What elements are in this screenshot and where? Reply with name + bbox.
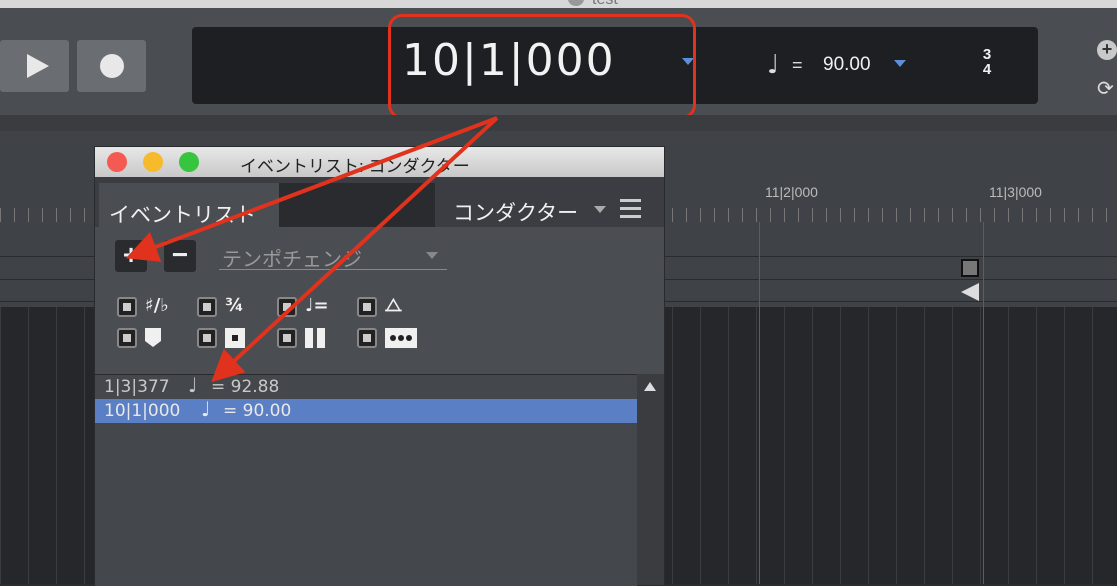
key-signature-icon: ♯/♭ [145, 295, 169, 316]
menu-icon[interactable] [620, 199, 641, 219]
pause-icon [305, 328, 325, 348]
filter-cue-checkbox[interactable] [197, 328, 217, 348]
time-signature-icon: ¾ [225, 295, 244, 316]
play-button[interactable] [0, 40, 69, 92]
event-type-value: テンポチェンジ [222, 249, 362, 271]
time-signature[interactable]: 3 4 [980, 47, 994, 77]
bar-line [759, 222, 760, 584]
loop-icon[interactable]: ⟳ [1097, 76, 1114, 101]
filter-tempo-checkbox[interactable] [277, 297, 297, 317]
filter-key-signature-checkbox[interactable] [117, 297, 137, 317]
list-scrollbar[interactable] [637, 374, 664, 585]
tempo-equals: = [792, 55, 803, 75]
add-icon[interactable]: + [1097, 40, 1117, 60]
event-position: 10|1|000 [104, 401, 181, 421]
record-icon [100, 54, 124, 78]
marker-triangle-icon[interactable] [961, 283, 979, 301]
event-list-panel: イベントリスト: コンダクター イベントリスト コンダクター + − テンポチェ… [94, 146, 665, 586]
play-icon [27, 54, 49, 78]
dots-icon [385, 328, 417, 348]
annotation-highlight [388, 14, 696, 119]
quarter-note-icon: ♩ [201, 397, 211, 421]
scroll-up-icon[interactable] [644, 382, 656, 391]
chevron-down-icon [426, 252, 438, 259]
quarter-note-icon: ♩ [767, 50, 780, 80]
quarter-note-icon: ♩ [188, 373, 198, 397]
marker-icon [145, 328, 161, 347]
tab-event-list-label: イベントリスト [109, 204, 256, 227]
filter-time-signature-checkbox[interactable] [197, 297, 217, 317]
bar-line [983, 222, 984, 584]
remove-event-button[interactable]: − [164, 240, 196, 272]
marker-square-icon[interactable] [961, 259, 979, 277]
document-icon [568, 0, 584, 6]
window-titlebar: test [0, 0, 1117, 8]
record-button[interactable] [77, 40, 146, 92]
filter-metronome-checkbox[interactable] [357, 297, 377, 317]
ruler-label: 11|3|000 [989, 184, 1042, 200]
metronome-icon: ⧍ [385, 295, 402, 316]
target-track-select[interactable]: コンダクター [453, 197, 578, 227]
event-type-select[interactable]: テンポチェンジ [219, 243, 447, 271]
divider [0, 115, 1117, 131]
filter-dots-checkbox[interactable] [357, 328, 377, 348]
panel-titlebar[interactable]: イベントリスト: コンダクター [95, 147, 664, 177]
close-icon[interactable] [107, 152, 127, 172]
chevron-down-icon[interactable] [894, 60, 906, 67]
minimize-icon[interactable] [143, 152, 163, 172]
cue-icon [225, 328, 245, 348]
time-signature-numerator: 3 [982, 46, 992, 63]
zoom-icon[interactable] [179, 152, 199, 172]
event-position: 1|3|377 [104, 377, 170, 397]
ruler-label: 11|2|000 [765, 184, 818, 200]
chevron-down-icon[interactable] [594, 206, 606, 213]
tempo-value[interactable]: 90.00 [823, 54, 871, 76]
list-item-selected[interactable]: 10|1|000 ♩ = 90.00 [95, 397, 637, 423]
tempo-icon: ♩= [305, 295, 329, 316]
tab-spacer [279, 183, 435, 227]
event-value: = 90.00 [223, 401, 292, 421]
add-event-button[interactable]: + [115, 240, 147, 272]
event-value: = 92.88 [211, 377, 280, 397]
list-item[interactable]: 1|3|377 ♩ = 92.88 [95, 373, 637, 399]
filter-pause-checkbox[interactable] [277, 328, 297, 348]
panel-tabbar: イベントリスト コンダクター [95, 177, 664, 227]
event-list: 1|3|377 ♩ = 92.88 10|1|000 ♩ = 90.00 [95, 373, 637, 586]
panel-title: イベントリスト: コンダクター [240, 157, 470, 176]
filter-marker-checkbox[interactable] [117, 328, 137, 348]
time-signature-denominator: 4 [982, 61, 992, 78]
